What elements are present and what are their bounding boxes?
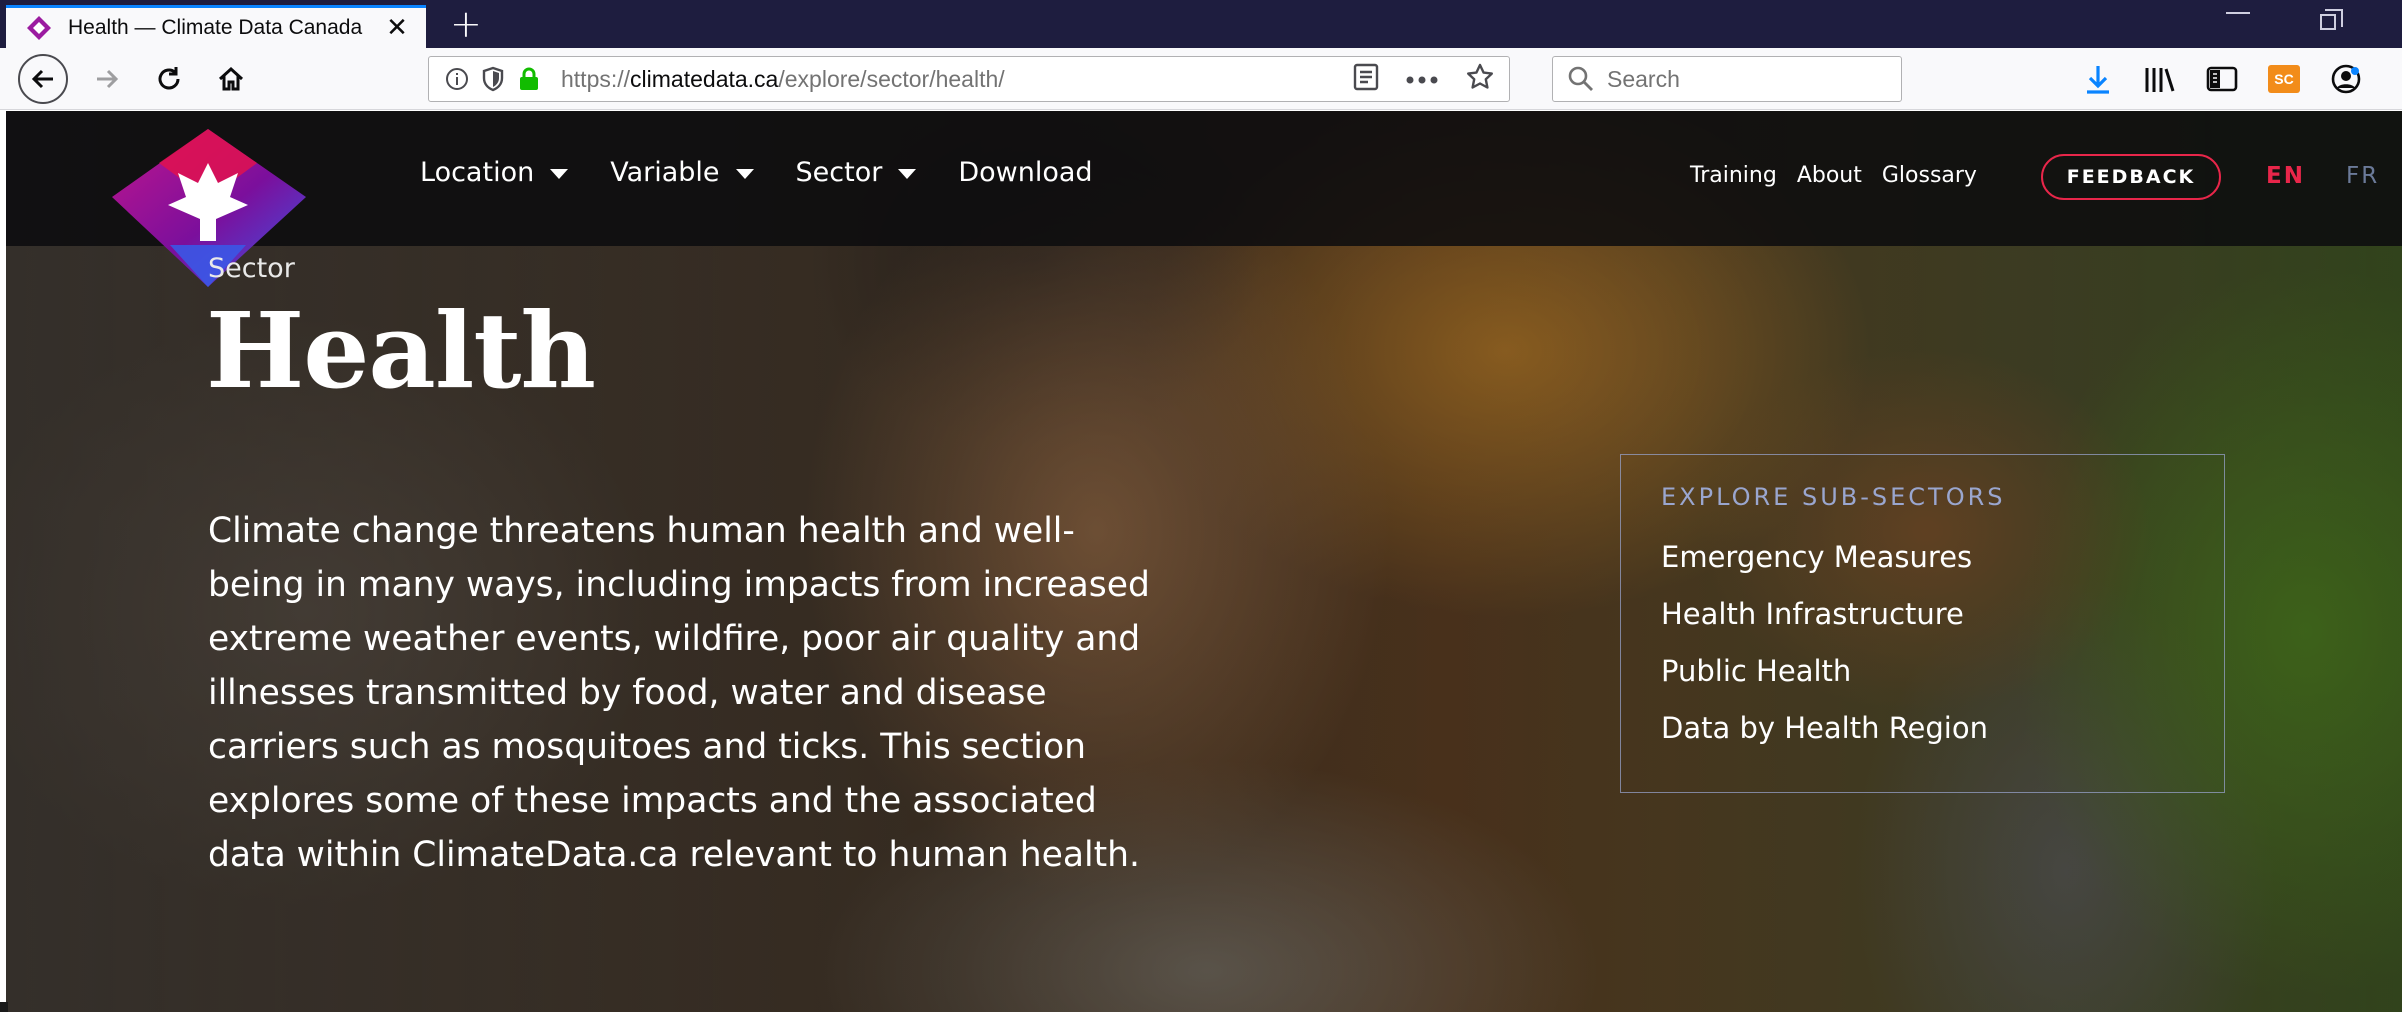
- account-icon[interactable]: [2328, 61, 2364, 97]
- about-link[interactable]: About: [1797, 163, 1862, 188]
- subsector-link-emergency-measures[interactable]: Emergency Measures: [1661, 529, 2224, 586]
- search-icon: [1568, 66, 1593, 91]
- site-header: Location Variable Sector Download Traini…: [6, 111, 2402, 287]
- sector-eyebrow: Sector: [208, 253, 295, 284]
- search-input[interactable]: [1607, 65, 1887, 93]
- nav-download-label: Download: [958, 157, 1093, 188]
- training-link[interactable]: Training: [1690, 163, 1777, 188]
- subsector-link-health-infrastructure[interactable]: Health Infrastructure: [1661, 586, 2224, 643]
- sidebar-icon[interactable]: [2204, 61, 2240, 97]
- window-restore-icon[interactable]: [2320, 9, 2343, 30]
- reader-view-icon[interactable]: [1353, 63, 1379, 95]
- subsector-link-public-health[interactable]: Public Health: [1661, 643, 2224, 700]
- home-icon[interactable]: [208, 56, 254, 102]
- language-en-link[interactable]: EN: [2266, 163, 2305, 189]
- url-host: climatedata.ca: [630, 65, 779, 92]
- window-corner: [0, 1002, 8, 1012]
- caret-down-icon: [898, 168, 917, 179]
- page-title: Health: [206, 289, 596, 412]
- nav-location[interactable]: Location: [420, 157, 569, 188]
- shield-icon[interactable]: [479, 65, 507, 93]
- nav-download[interactable]: Download: [958, 157, 1092, 188]
- nav-sector[interactable]: Sector: [796, 157, 917, 188]
- lock-icon[interactable]: [515, 65, 543, 93]
- search-bar[interactable]: [1552, 56, 1902, 102]
- url-path: /explore/sector/health/: [778, 65, 1005, 92]
- forward-arrow-icon[interactable]: [84, 56, 130, 102]
- library-icon[interactable]: [2142, 61, 2178, 97]
- main-navigation: Location Variable Sector Download: [420, 157, 1135, 188]
- url-text[interactable]: https://climatedata.ca/explore/sector/he…: [561, 66, 1005, 93]
- download-icon[interactable]: [2080, 61, 2116, 97]
- info-icon[interactable]: [443, 65, 471, 93]
- feedback-button[interactable]: FEEDBACK: [2041, 154, 2221, 200]
- reload-icon[interactable]: [146, 56, 192, 102]
- extension-icon[interactable]: SC: [2266, 61, 2302, 97]
- subsector-link-data-by-health-region[interactable]: Data by Health Region: [1661, 700, 2224, 757]
- subsectors-heading: EXPLORE SUB-SECTORS: [1661, 483, 2006, 511]
- nav-variable[interactable]: Variable: [610, 157, 754, 188]
- tab-title: Health — Climate Data Canada: [68, 16, 363, 39]
- browser-toolbar-right: SC: [2080, 56, 2364, 102]
- tab-close-icon[interactable]: ✕: [382, 13, 412, 43]
- caret-down-icon: [735, 168, 754, 179]
- caret-down-icon: [550, 168, 569, 179]
- utility-navigation: Training About Glossary: [1690, 163, 1997, 188]
- bookmark-star-icon[interactable]: [1465, 62, 1495, 96]
- new-tab-button[interactable]: +: [450, 4, 482, 44]
- nav-location-label: Location: [420, 157, 535, 188]
- url-scheme: https://: [561, 65, 631, 92]
- back-arrow-icon[interactable]: [18, 54, 68, 104]
- browser-tab[interactable]: Health — Climate Data Canada ✕: [6, 5, 426, 48]
- page-viewport: Location Variable Sector Download Traini…: [6, 111, 2402, 1012]
- extension-label: SC: [2268, 65, 2300, 93]
- window-minimize-icon[interactable]: [2226, 12, 2250, 14]
- site-favicon-icon: [27, 16, 51, 40]
- browser-tab-bar: Health — Climate Data Canada ✕ +: [0, 0, 2402, 48]
- glossary-link[interactable]: Glossary: [1882, 163, 1977, 188]
- address-bar-actions: [1353, 57, 1495, 101]
- more-actions-icon[interactable]: [1405, 70, 1439, 89]
- browser-navigation-bar: https://climatedata.ca/explore/sector/he…: [0, 48, 2402, 110]
- language-fr-link[interactable]: FR: [2346, 163, 2379, 189]
- address-bar[interactable]: https://climatedata.ca/explore/sector/he…: [428, 56, 1510, 102]
- nav-sector-label: Sector: [795, 157, 883, 188]
- explore-subsectors-panel: EXPLORE SUB-SECTORS Emergency Measures H…: [1620, 454, 2225, 793]
- intro-paragraph: Climate change threatens human health an…: [208, 511, 1150, 875]
- nav-variable-label: Variable: [610, 157, 720, 188]
